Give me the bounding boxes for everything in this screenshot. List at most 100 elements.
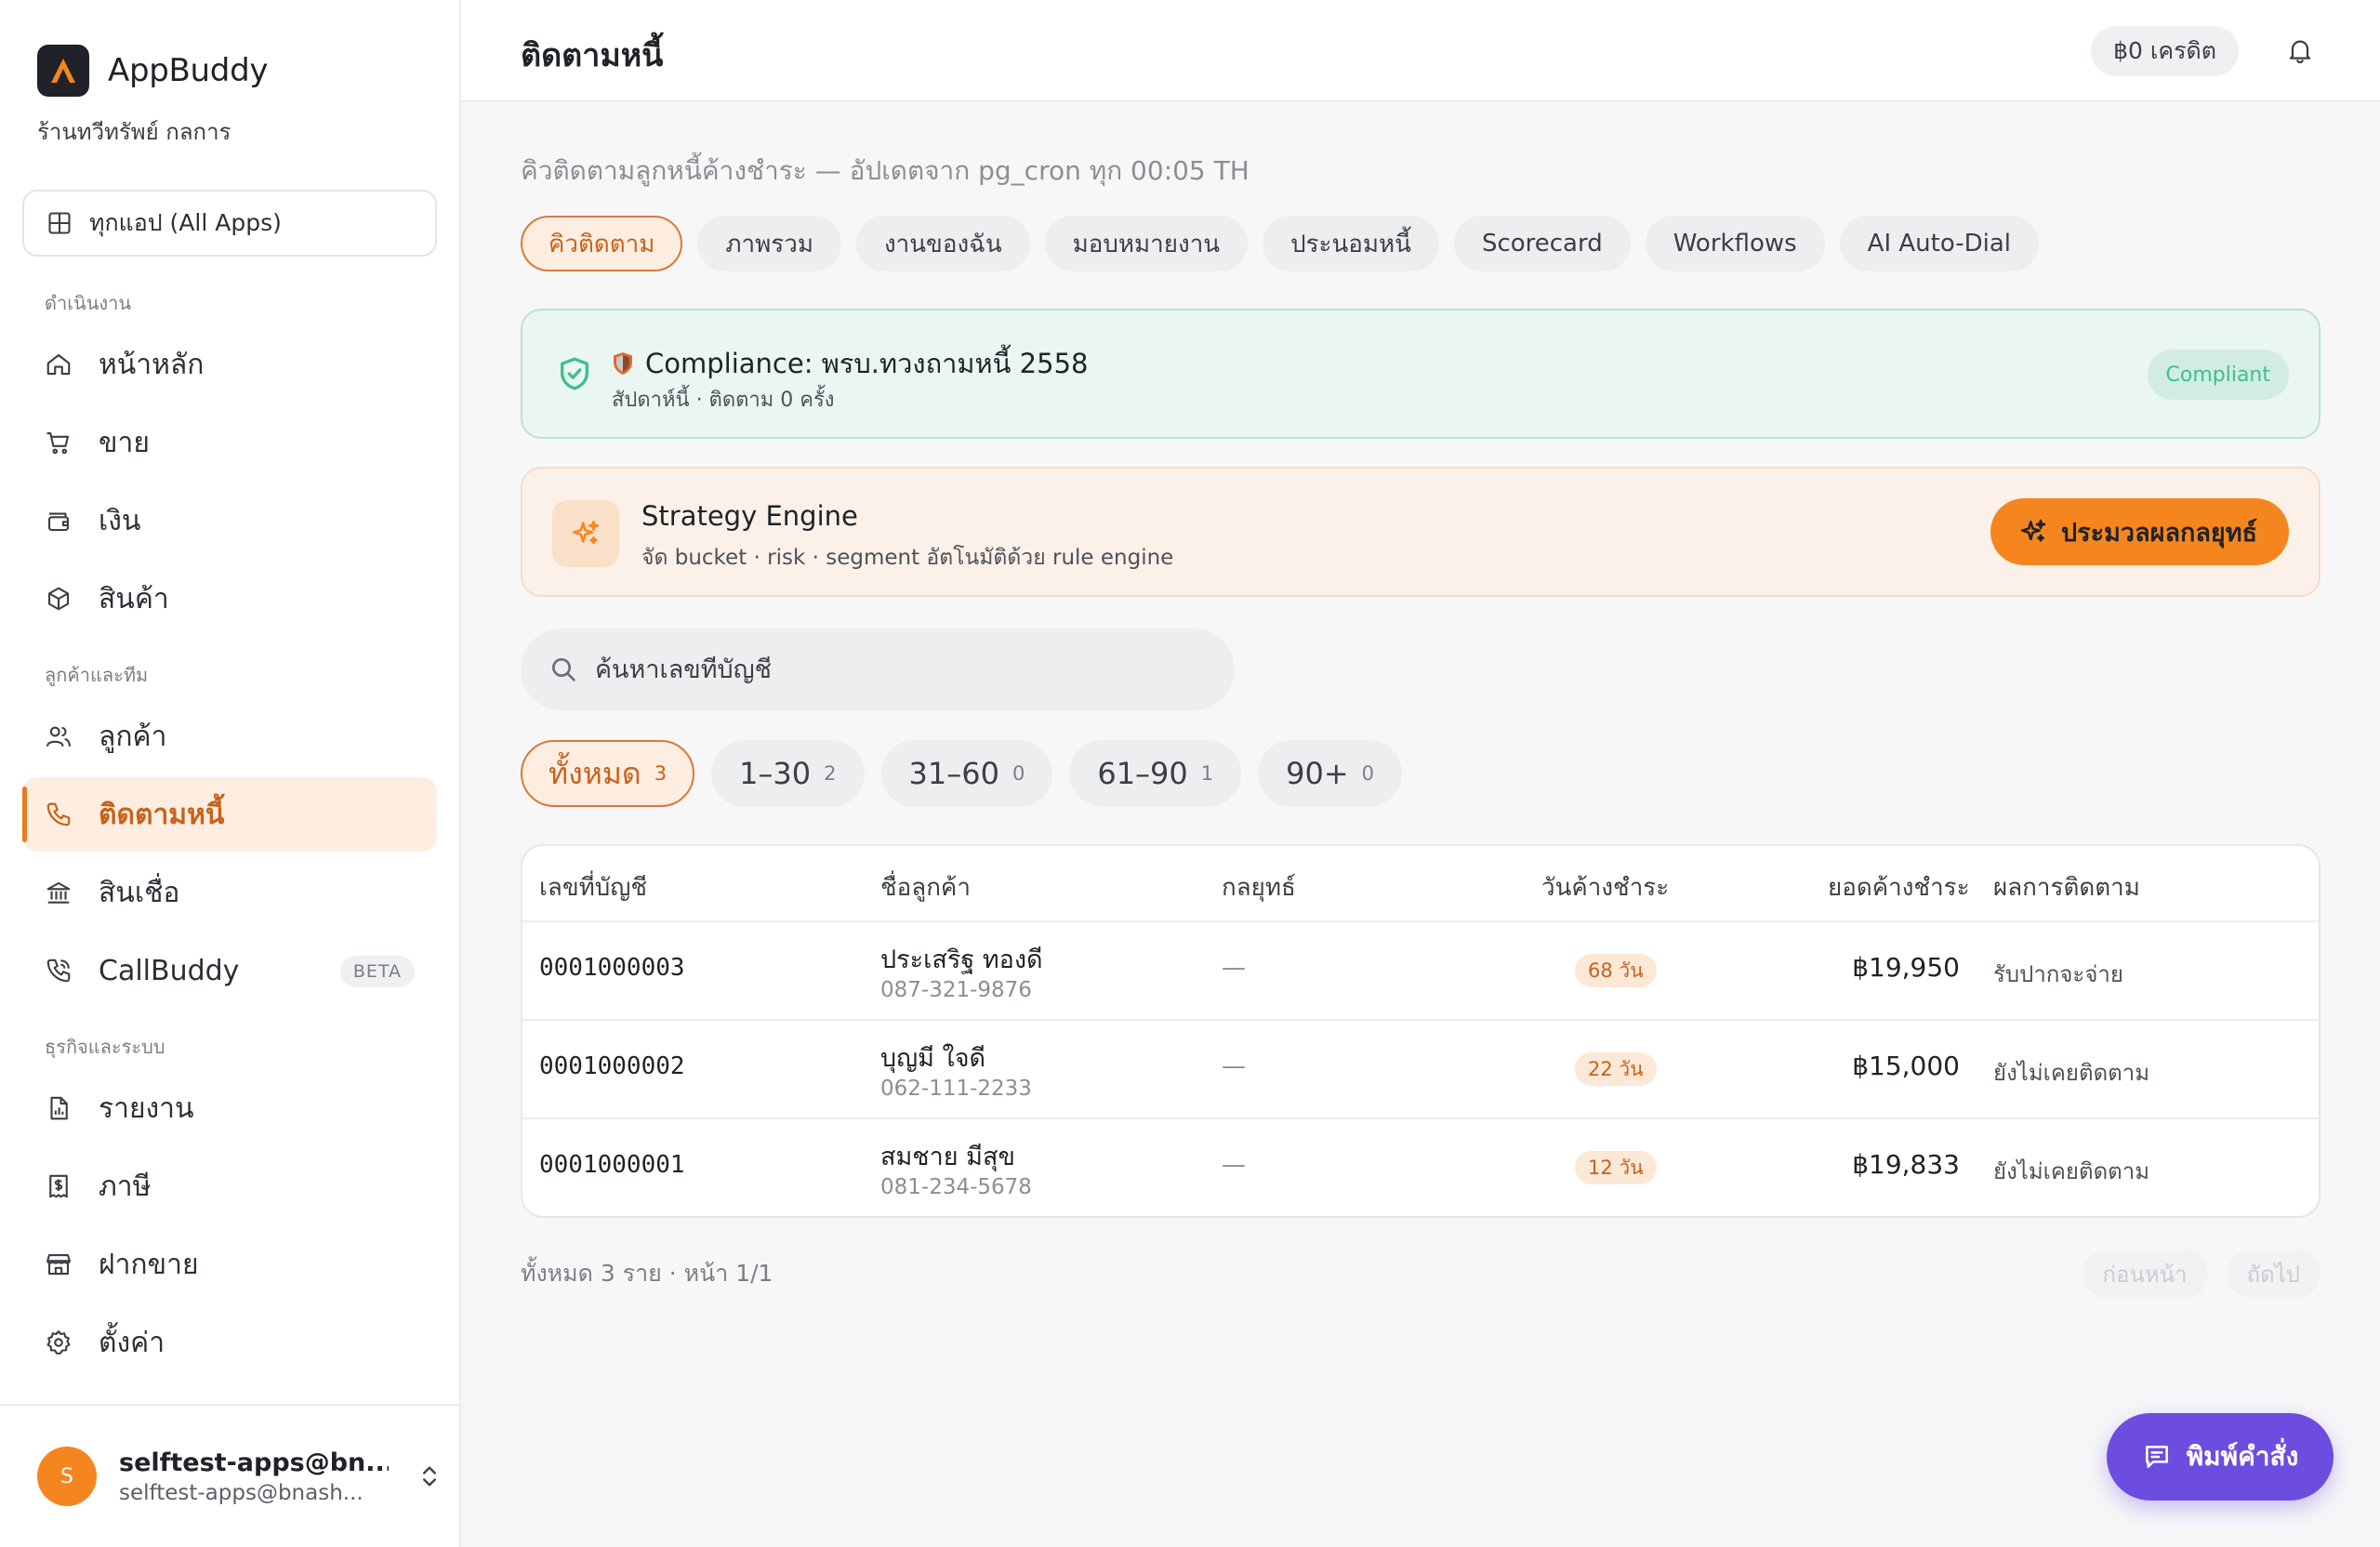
account-number: 0001000003 [539, 954, 685, 982]
account-number: 0001000002 [539, 1052, 685, 1080]
debtor-table: เลขที่บัญชี ชื่อลูกค้า กลยุทธ์ วันค้างชำ… [521, 844, 2320, 1218]
strategy-title: Strategy Engine [641, 500, 858, 532]
column-header-customer[interactable]: ชื่อลูกค้า [880, 868, 971, 906]
amount-due: ฿15,000 [1852, 1051, 1960, 1081]
sidebar-item-products[interactable]: สินค้า [22, 562, 437, 636]
brand[interactable]: AppBuddy [37, 45, 268, 97]
tab-bar: คิวติดตาม ภาพรวม งานของฉัน มอบหมายงาน ปร… [521, 216, 2040, 271]
column-header-account[interactable]: เลขที่บัญชี [539, 868, 647, 906]
column-header-days-overdue[interactable]: วันค้างชำระ [1541, 868, 1669, 906]
bucket-61-90[interactable]: 61–90 1 [1069, 740, 1242, 807]
column-header-amount-due[interactable]: ยอดค้างชำระ [1828, 868, 1970, 906]
bucket-1-30[interactable]: 1–30 2 [711, 740, 865, 807]
avatar: S [37, 1447, 97, 1506]
wallet-icon [45, 507, 73, 535]
tab-my-tasks[interactable]: งานของฉัน [855, 216, 1030, 271]
bucket-label: 90+ [1286, 756, 1349, 791]
sidebar-item-credit[interactable]: สินเชื่อ [22, 855, 437, 930]
account-search[interactable] [521, 628, 1235, 710]
compliance-title-text: Compliance: พรบ.ทวงถามหนี้ 2558 [645, 348, 1089, 379]
search-input[interactable] [595, 654, 1190, 684]
follow-up-result: ยังไม่เคยติดตาม [1993, 1060, 2150, 1086]
sparkles-icon [2018, 517, 2048, 547]
customer-phone: 062-111-2233 [880, 1077, 1032, 1101]
cart-icon [45, 429, 73, 456]
sidebar-item-customers[interactable]: ลูกค้า [22, 699, 437, 774]
app-logo-icon [37, 45, 89, 97]
next-page-button[interactable]: ถัดไป [2226, 1250, 2320, 1298]
table-row[interactable]: 0001000001 สมชาย มีสุข 081-234-5678 — 12… [522, 1119, 2319, 1216]
compliance-subtitle: สัปดาห์นี้ · ติดตาม 0 ครั้ง [612, 389, 835, 412]
days-overdue-badge: 12 วัน [1575, 1151, 1657, 1184]
bucket-all[interactable]: ทั้งหมด 3 [521, 740, 695, 807]
table-row[interactable]: 0001000003 ประเสริฐ ทองดี 087-321-9876 —… [522, 922, 2319, 1021]
home-icon [45, 350, 73, 378]
compliance-title: Compliance: พรบ.ทวงถามหนี้ 2558 [612, 342, 1089, 385]
pagination-summary: ทั้งหมด 3 ราย · หน้า 1/1 [521, 1260, 774, 1287]
bucket-count: 3 [654, 762, 668, 785]
run-strategy-button[interactable]: ประมวลผลกลยุทธ์ [1990, 498, 2289, 565]
sidebar-item-tax[interactable]: ภาษี [22, 1149, 437, 1223]
chevron-up-down-icon[interactable] [416, 1463, 443, 1489]
bank-icon [45, 879, 73, 906]
bucket-31-60[interactable]: 31–60 0 [880, 740, 1053, 807]
strategy-subtitle: จัด bucket · risk · segment อัตโนมัติด้ว… [641, 546, 1174, 570]
gear-icon [45, 1329, 73, 1356]
sidebar-item-reports[interactable]: รายงาน [22, 1071, 437, 1145]
follow-up-result: รับปากจะจ่าย [1993, 961, 2123, 987]
column-header-result[interactable]: ผลการติดตาม [1993, 868, 2140, 906]
customer-name: บุญมี ใจดี [880, 1044, 986, 1073]
sidebar-item-label: รายงาน [99, 1091, 194, 1125]
beta-badge: BETA [339, 956, 415, 987]
report-icon [45, 1094, 73, 1122]
section-operations: ดำเนินงาน [45, 292, 132, 314]
follow-up-result: ยังไม่เคยติดตาม [1993, 1158, 2150, 1184]
column-header-strategy[interactable]: กลยุทธ์ [1222, 868, 1296, 906]
sidebar: AppBuddy ร้านทวีทรัพย์ กลการ ทุกแอป (All… [0, 0, 461, 1547]
amount-due: ฿19,833 [1852, 1149, 1960, 1180]
tab-overview[interactable]: ภาพรวม [697, 216, 841, 271]
brand-name: AppBuddy [108, 52, 269, 89]
bucket-label: 1–30 [739, 756, 812, 791]
sidebar-item-home[interactable]: หน้าหลัก [22, 327, 437, 402]
days-overdue-badge: 22 วัน [1575, 1052, 1657, 1086]
bucket-count: 0 [1012, 762, 1025, 785]
bell-icon[interactable] [2285, 35, 2315, 65]
tab-settlement[interactable]: ประนอมหนี้ [1263, 216, 1439, 271]
table-header: เลขที่บัญชี ชื่อลูกค้า กลยุทธ์ วันค้างชำ… [522, 846, 2319, 922]
command-button[interactable]: พิมพ์คำสั่ง [2107, 1413, 2334, 1501]
strategy-value: — [1222, 954, 1246, 982]
sidebar-item-label: หน้าหลัก [99, 348, 205, 381]
compliance-card: Compliance: พรบ.ทวงถามหนี้ 2558 สัปดาห์น… [521, 309, 2320, 439]
user-menu[interactable]: S selftest-apps@bn... selftest-apps@bnas… [0, 1404, 459, 1547]
phone-icon [45, 800, 73, 828]
previous-page-button[interactable]: ก่อนหน้า [2082, 1250, 2208, 1298]
tab-scorecard[interactable]: Scorecard [1453, 216, 1631, 271]
tab-assign[interactable]: มอบหมายงาน [1044, 216, 1249, 271]
all-apps-button[interactable]: ทุกแอป (All Apps) [22, 190, 437, 257]
sidebar-item-money[interactable]: เงิน [22, 483, 437, 558]
customer-phone: 087-321-9876 [880, 978, 1032, 1002]
sidebar-item-label: CallBuddy [99, 954, 240, 987]
tab-ai-auto-dial[interactable]: AI Auto-Dial [1839, 216, 2040, 271]
sidebar-item-label: เงิน [99, 504, 141, 537]
tab-queue[interactable]: คิวติดตาม [521, 216, 683, 271]
tab-workflows[interactable]: Workflows [1645, 216, 1825, 271]
sidebar-item-consignment[interactable]: ฝากขาย [22, 1227, 437, 1302]
sidebar-item-debt-collection[interactable]: ติดตามหนี้ [22, 777, 437, 852]
bucket-count: 1 [1200, 762, 1214, 785]
bucket-count: 0 [1361, 762, 1375, 785]
sidebar-item-callbuddy[interactable]: CallBuddy BETA [22, 933, 437, 1008]
sidebar-item-settings[interactable]: ตั้งค่า [22, 1305, 437, 1380]
customer-name: สมชาย มีสุข [880, 1143, 1015, 1171]
credit-balance-button[interactable]: ฿0 เครดิต [2091, 26, 2239, 76]
sidebar-item-label: ภาษี [99, 1170, 152, 1203]
sidebar-item-label: ตั้งค่า [99, 1326, 165, 1359]
table-row[interactable]: 0001000002 บุญมี ใจดี 062-111-2233 — 22 … [522, 1021, 2319, 1119]
sidebar-item-sales[interactable]: ขาย [22, 405, 437, 480]
bucket-label: 31–60 [908, 756, 999, 791]
bucket-label: 61–90 [1097, 756, 1188, 791]
top-bar: ติดตามหนี้ ฿0 เครดิต [461, 0, 2380, 102]
bucket-90-plus[interactable]: 90+ 0 [1258, 740, 1403, 807]
account-number: 0001000001 [539, 1151, 685, 1179]
